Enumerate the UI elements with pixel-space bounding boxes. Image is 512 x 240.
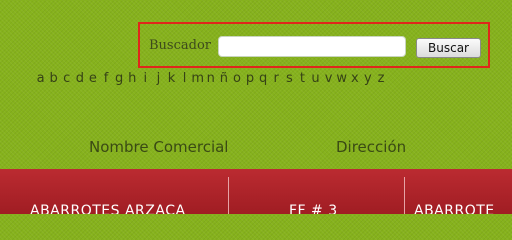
letter-link-o[interactable]: o bbox=[230, 71, 243, 87]
table-cell-address: FF # 3 bbox=[289, 203, 338, 214]
column-divider bbox=[404, 177, 405, 214]
letter-link-v[interactable]: v bbox=[322, 71, 335, 87]
letter-link-a[interactable]: a bbox=[34, 71, 47, 87]
letter-link-q[interactable]: q bbox=[257, 71, 270, 87]
letter-link-j[interactable]: j bbox=[152, 71, 165, 87]
letter-link-x[interactable]: x bbox=[348, 71, 361, 87]
letter-link-f[interactable]: f bbox=[99, 71, 112, 87]
letter-link-u[interactable]: u bbox=[309, 71, 322, 87]
letter-link-n[interactable]: n bbox=[204, 71, 217, 87]
letter-link-y[interactable]: y bbox=[361, 71, 374, 87]
search-button[interactable]: Buscar bbox=[416, 38, 481, 58]
letter-link-g[interactable]: g bbox=[113, 71, 126, 87]
letter-link-h[interactable]: h bbox=[126, 71, 139, 87]
letter-link-e[interactable]: e bbox=[86, 71, 99, 87]
letter-link-l[interactable]: l bbox=[178, 71, 191, 87]
letter-link-w[interactable]: w bbox=[335, 71, 348, 87]
search-label: Buscador bbox=[149, 38, 211, 53]
letter-link-p[interactable]: p bbox=[244, 71, 257, 87]
letter-link-t[interactable]: t bbox=[296, 71, 309, 87]
letter-link-enie[interactable]: ñ bbox=[217, 71, 230, 87]
letter-link-m[interactable]: m bbox=[191, 71, 204, 87]
letter-link-s[interactable]: s bbox=[283, 71, 296, 87]
table-row: ABARROTES ARZACA FF # 3 ABARROTE bbox=[0, 169, 512, 214]
letter-link-b[interactable]: b bbox=[47, 71, 60, 87]
search-input[interactable] bbox=[218, 36, 406, 57]
column-divider bbox=[228, 177, 229, 214]
letter-link-r[interactable]: r bbox=[270, 71, 283, 87]
table-cell-name: ABARROTES ARZACA bbox=[30, 203, 186, 214]
column-header-name: Nombre Comercial bbox=[89, 138, 229, 156]
letter-link-d[interactable]: d bbox=[73, 71, 86, 87]
letter-link-c[interactable]: c bbox=[60, 71, 73, 87]
letter-link-z[interactable]: z bbox=[374, 71, 387, 87]
column-header-address: Dirección bbox=[336, 138, 407, 156]
alphabet-index: a b c d e f g h i j k l m n ñ o p q r s … bbox=[34, 71, 388, 87]
letter-link-k[interactable]: k bbox=[165, 71, 178, 87]
table-cell-name-next: ABARROTE bbox=[414, 203, 495, 214]
letter-link-i[interactable]: i bbox=[139, 71, 152, 87]
